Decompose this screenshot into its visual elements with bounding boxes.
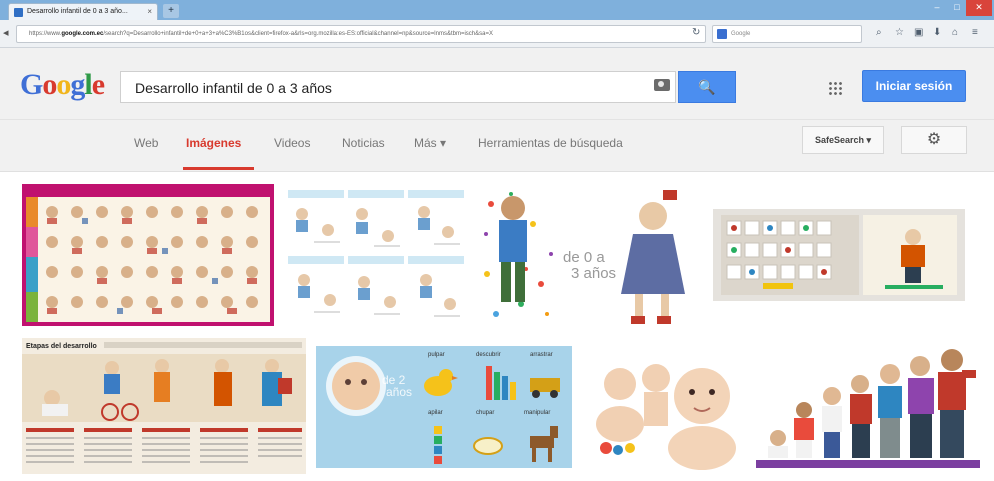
tab-news[interactable]: Noticias [342,136,385,150]
apps-grid-icon[interactable] [828,81,842,95]
ages-caption: de 0 a 3 años [563,249,616,282]
window-minimize-button[interactable]: – [928,0,946,16]
google-favicon-icon [14,8,23,17]
settings-gear-icon[interactable]: ⚙ [901,126,967,154]
image-result-sensory-toys[interactable]: de 2 años pulpar descubrir arrastrar api… [316,346,572,468]
tab-more[interactable]: Más ▾ [414,136,446,150]
sensory-label-manipular: manipular [524,410,550,416]
etapas-title: Etapas del desarrollo [26,343,97,350]
tab-web[interactable]: Web [134,136,158,150]
magnifier-icon[interactable]: ⌕ [876,27,882,38]
ages-line-1: de 0 a [563,249,605,266]
active-tab-underline [183,167,254,170]
navigation-bar: ◂ https://www.google.com.ec/search?q=Des… [0,20,994,48]
bookmark-star-icon[interactable]: ☆ [895,27,904,38]
image-result-babies[interactable] [584,338,746,476]
image-result-children-lineup[interactable] [756,344,980,468]
home-icon[interactable]: ⌂ [952,27,958,38]
signin-button[interactable]: Iniciar sesión [862,70,966,102]
google-logo[interactable]: Google [20,68,105,102]
tab-videos[interactable]: Videos [274,136,310,150]
image-result-development-chart[interactable] [22,184,274,326]
tab-close-icon[interactable]: × [147,7,152,16]
search-icon: 🔍 [698,79,716,95]
tab-images[interactable]: Imágenes [186,136,241,150]
image-result-etapas-infographic[interactable]: Etapas del desarrollo [22,338,306,474]
browser-search-field[interactable]: Google [712,25,862,43]
sensory-label-chupar: chupar [476,410,494,416]
sensory-label-arrastrar: arrastrar [530,352,553,358]
search-engine-icon [717,29,727,39]
sensory-label-pulpar: pulpar [428,352,445,358]
sensory-label-descubrir: descubrir [476,352,501,358]
url-path: /search?q=Desarrollo+infantil+de+0+a+3+a… [103,31,493,37]
tab-title: Desarrollo infantil de 0 a 3 año... [27,8,128,15]
back-arrow-icon[interactable]: ◂ [3,26,9,39]
camera-icon[interactable] [654,79,670,91]
image-result-illustrated-grid[interactable] [284,184,470,326]
browser-tab-strip: Desarrollo infantil de 0 a 3 año... × + … [0,0,994,20]
image-result-puzzle-board[interactable] [713,209,965,301]
browser-tab[interactable]: Desarrollo infantil de 0 a 3 año... × [8,3,158,20]
sensory-label-apilar: apilar [428,410,443,416]
image-result-toddlers-ages[interactable]: de 0 a 3 años [481,184,701,326]
menu-icon[interactable]: ≡ [972,27,978,38]
browser-search-placeholder: Google [731,31,751,37]
window-close-button[interactable]: ✕ [966,0,992,16]
safesearch-dropdown[interactable]: SafeSearch ▾ [802,126,884,154]
search-input[interactable]: Desarrollo infantil de 0 a 3 años [120,71,676,103]
url-host: google.com.ec [61,31,104,37]
ages-line-2: 3 años [571,265,616,282]
reload-icon[interactable]: ↻ [692,27,700,38]
url-field[interactable]: https://www.google.com.ec/search?q=Desar… [16,25,706,43]
window-maximize-button[interactable]: □ [948,0,966,16]
google-header: Google Desarrollo infantil de 0 a 3 años… [0,48,994,120]
tab-search-tools[interactable]: Herramientas de búsqueda [478,136,623,150]
sensory-ages-caption: de 2 años [382,373,412,399]
url-prefix: https://www. [29,31,62,37]
reading-list-icon[interactable]: ▣ [914,27,923,38]
search-button[interactable]: 🔍 [678,71,736,103]
new-tab-button[interactable]: + [163,4,179,18]
download-icon[interactable]: ⬇ [933,27,941,38]
